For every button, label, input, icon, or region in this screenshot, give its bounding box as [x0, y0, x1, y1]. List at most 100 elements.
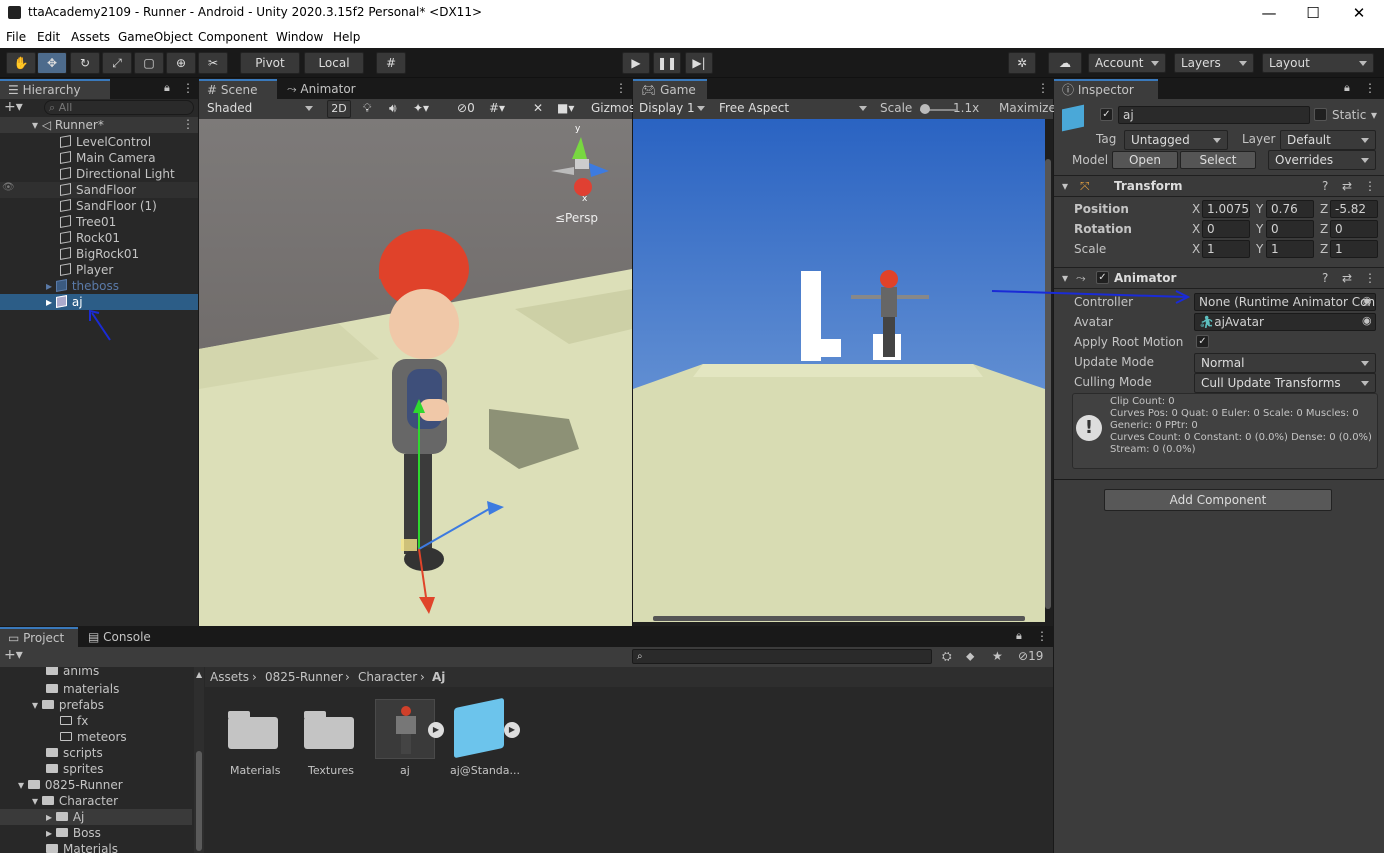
menu-file[interactable]: File: [6, 30, 26, 44]
tree-item-selected[interactable]: ▸ Aj: [46, 809, 84, 825]
menu-assets[interactable]: Assets: [71, 30, 110, 44]
kebab-menu-icon[interactable]: ⋮: [182, 81, 194, 95]
camera-icon[interactable]: ■▾: [557, 101, 574, 115]
lock-icon[interactable]: 🔒︎: [1016, 629, 1022, 643]
breadcrumb-item[interactable]: 0825-Runner: [265, 670, 343, 684]
lighting-icon[interactable]: 💡︎: [363, 101, 371, 116]
toggle-2d-button[interactable]: 2D: [327, 100, 351, 118]
display-dropdown[interactable]: Display 1: [633, 99, 711, 119]
menu-component[interactable]: Component: [198, 30, 268, 44]
asset-tile[interactable]: [304, 707, 354, 749]
tree-item[interactable]: sprites: [46, 761, 103, 777]
presets-icon[interactable]: ⇄: [1342, 271, 1352, 285]
tab-animator[interactable]: ⤳ Animator: [279, 79, 365, 99]
kebab-menu-icon[interactable]: ⋮: [1037, 81, 1049, 95]
apply-root-motion-checkbox[interactable]: ✓: [1196, 335, 1209, 348]
close-button[interactable]: ✕: [1336, 2, 1382, 24]
account-dropdown[interactable]: Account: [1088, 53, 1166, 73]
add-object-button[interactable]: +▾: [4, 99, 23, 115]
hidden-objects-icon[interactable]: ⊘0: [457, 101, 475, 115]
help-icon[interactable]: ?: [1322, 179, 1328, 193]
visibility-eye-icon[interactable]: 👁︎: [2, 182, 15, 193]
position-y-field[interactable]: 0.76: [1266, 200, 1314, 218]
game-scrollbar[interactable]: [1045, 159, 1051, 609]
list-item[interactable]: ▸ theboss: [46, 278, 119, 294]
tree-item[interactable]: ▾ prefabs: [32, 697, 104, 713]
grid-snap-icon[interactable]: #: [376, 52, 406, 74]
expand-asset-icon[interactable]: ▶: [504, 722, 520, 738]
hierarchy-search-input[interactable]: ⌕ All: [44, 100, 194, 115]
rect-tool-icon[interactable]: ▢: [134, 52, 164, 74]
pivot-toggle[interactable]: Pivot: [240, 52, 300, 74]
list-item[interactable]: Main Camera: [60, 150, 156, 166]
favorite-star-icon[interactable]: ★: [992, 649, 1003, 663]
object-picker-icon[interactable]: ◉: [1362, 314, 1372, 327]
create-asset-button[interactable]: +▾: [4, 647, 23, 663]
scene-viewport[interactable]: [199, 119, 632, 626]
tree-item[interactable]: ▾ 0825-Runner: [18, 777, 123, 793]
add-component-button[interactable]: Add Component: [1104, 489, 1332, 511]
tree-item[interactable]: fx: [60, 713, 88, 729]
menu-gameobject[interactable]: GameObject: [118, 30, 193, 44]
list-item[interactable]: Directional Light: [60, 166, 175, 182]
grid-icon[interactable]: #▾: [489, 101, 505, 115]
filter-label-icon[interactable]: ⬥: [966, 649, 974, 664]
tree-item[interactable]: ▾ Character: [32, 793, 118, 809]
avatar-field[interactable]: ⛹︎ajAvatar: [1194, 313, 1376, 331]
open-button[interactable]: Open: [1112, 151, 1178, 169]
tag-dropdown[interactable]: Untagged: [1124, 130, 1228, 150]
tree-item[interactable]: meteors: [60, 729, 127, 745]
overrides-dropdown[interactable]: Overrides: [1268, 150, 1376, 170]
asset-tile[interactable]: [228, 707, 278, 749]
game-viewport[interactable]: [633, 119, 1045, 622]
foldout-icon[interactable]: ▾: [1062, 179, 1068, 193]
tab-game[interactable]: 🎮︎ Game: [633, 79, 707, 99]
update-mode-dropdown[interactable]: Normal: [1194, 353, 1376, 373]
list-item[interactable]: Rock01: [60, 230, 120, 246]
persp-label[interactable]: ≤Persp: [555, 211, 598, 225]
shading-dropdown[interactable]: Shaded: [201, 99, 319, 119]
model-prefab-icon[interactable]: [454, 697, 504, 759]
layers-dropdown[interactable]: Layers: [1174, 53, 1254, 73]
scale-y-field[interactable]: 1: [1266, 240, 1314, 258]
object-picker-icon[interactable]: ◉: [1362, 294, 1372, 307]
help-icon[interactable]: ?: [1322, 271, 1328, 285]
static-checkbox[interactable]: [1314, 108, 1327, 121]
component-menu-icon[interactable]: ⋮: [1364, 271, 1376, 285]
list-item[interactable]: SandFloor: [60, 182, 136, 198]
presets-icon[interactable]: ⇄: [1342, 179, 1352, 193]
tools-icon[interactable]: ✕: [533, 101, 543, 115]
list-item-selected[interactable]: ▸ aj: [46, 294, 83, 310]
breadcrumb-item[interactable]: Assets: [210, 670, 249, 684]
menu-help[interactable]: Help: [333, 30, 360, 44]
gizmos-dropdown[interactable]: Gizmos: [591, 101, 635, 115]
tree-scrollbar-thumb[interactable]: [196, 751, 202, 851]
tree-item[interactable]: ▸ Boss: [46, 825, 101, 841]
services-icon[interactable]: ✲: [1008, 52, 1036, 74]
aspect-dropdown[interactable]: Free Aspect: [713, 99, 873, 119]
kebab-menu-icon[interactable]: ⋮: [1036, 629, 1048, 643]
tree-item[interactable]: scripts: [46, 745, 103, 761]
list-item[interactable]: Tree01: [60, 214, 116, 230]
hidden-packages-icon[interactable]: ⊘19: [1018, 649, 1043, 663]
scale-tool-icon[interactable]: ⤢: [102, 52, 132, 74]
tab-project[interactable]: ▭ Project: [0, 627, 78, 647]
position-x-field[interactable]: 1.0075: [1202, 200, 1250, 218]
scene-root[interactable]: ▾ ◁ Runner*: [32, 117, 104, 133]
tree-item[interactable]: materials: [46, 681, 119, 697]
scale-z-field[interactable]: 1: [1330, 240, 1378, 258]
scroll-up-icon[interactable]: ▲: [196, 670, 202, 679]
foldout-icon[interactable]: ▾: [1062, 271, 1068, 285]
position-z-field[interactable]: -5.82: [1330, 200, 1378, 218]
layer-dropdown[interactable]: Default: [1280, 130, 1376, 150]
minimize-button[interactable]: —: [1246, 2, 1292, 24]
layout-dropdown[interactable]: Layout: [1262, 53, 1374, 73]
tab-console[interactable]: ▤ Console: [80, 627, 160, 647]
kebab-menu-icon[interactable]: ⋮: [615, 81, 627, 95]
culling-mode-dropdown[interactable]: Cull Update Transforms: [1194, 373, 1376, 393]
tab-scene[interactable]: # Scene: [199, 79, 277, 99]
audio-icon[interactable]: 🔊︎: [389, 101, 397, 116]
object-name-field[interactable]: aj: [1118, 106, 1310, 124]
tree-item[interactable]: anims: [46, 667, 99, 679]
maximize-on-play-toggle[interactable]: Maximize: [999, 101, 1056, 115]
